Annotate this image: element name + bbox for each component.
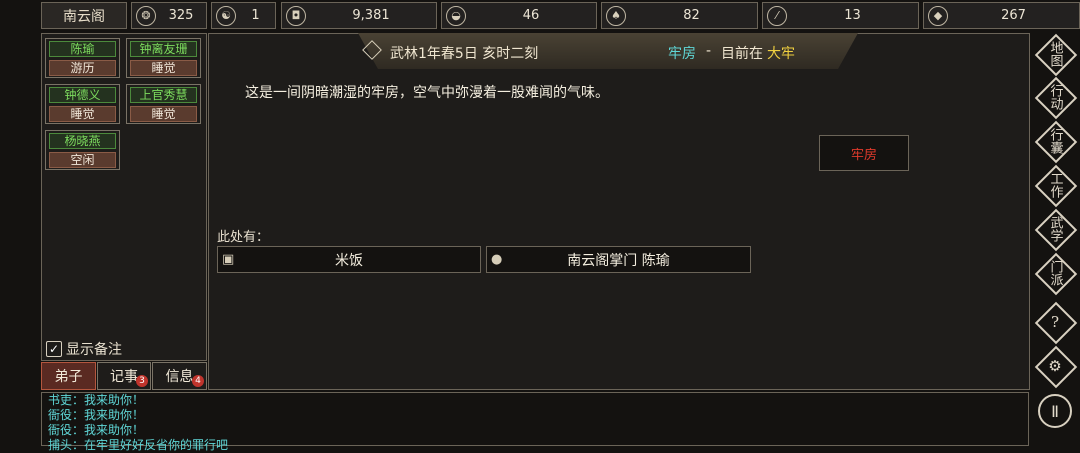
tab-label: 记事 [110, 369, 138, 385]
side-menu-label: 地图 [1047, 41, 1063, 67]
pause-button[interactable]: Ⅱ [1038, 394, 1072, 428]
help-button[interactable]: ? [1034, 301, 1078, 345]
ore-icon: ◆ [928, 5, 948, 26]
tab-label: 信息 [165, 369, 194, 385]
settings-button[interactable]: ⚙ [1034, 345, 1078, 389]
item-box-icon: ▣ [222, 252, 235, 267]
disciple-name: 钟德义 [49, 87, 116, 103]
show-notes-toggle[interactable]: ✓ 显示备注 [46, 339, 122, 359]
side-menu-bag[interactable]: 行囊 [1034, 120, 1078, 164]
side-menu-label: 门派 [1047, 260, 1063, 286]
disciple-name: 陈瑜 [49, 41, 116, 57]
wood-value: 13 [844, 8, 861, 23]
reputation-value: 325 [168, 8, 194, 23]
notification-badge: 3 [136, 375, 148, 387]
disciple-card[interactable]: 陈瑜 游历 [45, 38, 120, 78]
checkbox-checked-icon: ✓ [46, 341, 62, 357]
header-separator: - [706, 43, 712, 59]
disciple-status: 游历 [49, 60, 116, 76]
npc-label: 南云阁掌门 陈瑜 [567, 252, 670, 269]
side-menu-label: 行囊 [1047, 128, 1063, 154]
disciple-card[interactable]: 上官秀慧 睡觉 [126, 84, 201, 124]
wood-icon: ⁄ [767, 5, 787, 26]
item-label: 米饭 [335, 252, 363, 269]
disciple-name: 杨晓燕 [49, 133, 116, 149]
date-time: 武林1年春5日 亥时二刻 [390, 46, 539, 62]
tab-label: 弟子 [54, 369, 83, 385]
disciple-name: 钟离友珊 [130, 41, 197, 57]
tab-disciples[interactable]: 弟子 [41, 362, 96, 390]
ore-counter: ◆ 267 [923, 2, 1080, 29]
message-log[interactable]: 书吏：我来助你！ 衙役：我来助你！ 衙役：我来助你！ 捕头：在牢里好好反省你的罪… [41, 392, 1029, 452]
reputation-icon: ❂ [136, 5, 156, 26]
yin-yang-icon: ☯ [216, 5, 236, 26]
food-value: 46 [522, 8, 540, 23]
disciple-status: 空闲 [49, 152, 116, 168]
side-menu-sect[interactable]: 门派 [1034, 252, 1078, 296]
person-icon: ● [491, 252, 503, 267]
exit-button[interactable]: 牢房 [819, 135, 909, 171]
area-name: 大牢 [767, 46, 795, 62]
location-description: 这是一间阴暗潮湿的牢房，空气中弥漫着一股难闻的气味。 [245, 85, 609, 101]
coin-value: 9,381 [352, 8, 390, 23]
side-menu-martial[interactable]: 武学 [1034, 208, 1078, 252]
log-line: 衙役：我来助你！ [48, 408, 145, 422]
disciple-status: 睡觉 [130, 106, 197, 122]
disciple-panel [41, 33, 207, 361]
ore-value: 267 [1001, 8, 1026, 23]
pause-icon: Ⅱ [1051, 401, 1059, 421]
disciple-card[interactable]: 钟德义 睡觉 [45, 84, 120, 124]
log-line: 书吏：我来助你！ [48, 393, 145, 407]
disciple-status: 睡觉 [130, 60, 197, 76]
notification-badge: 4 [192, 375, 204, 387]
disciple-card[interactable]: 钟离友珊 睡觉 [126, 38, 201, 78]
side-menu-map[interactable]: 地图 [1034, 33, 1078, 77]
food-counter: ◒ 46 [441, 2, 597, 29]
wood-counter: ⁄ 13 [762, 2, 919, 29]
disciple-status: 睡觉 [49, 106, 116, 122]
show-notes-label: 显示备注 [66, 342, 122, 358]
coin-counter: ◘ 9,381 [281, 2, 437, 29]
food-bowl-icon: ◒ [446, 5, 466, 26]
yin-yang-counter: ☯ 1 [211, 2, 276, 29]
tab-records[interactable]: 记事 3 [97, 362, 151, 390]
disciple-card[interactable]: 杨晓燕 空闲 [45, 130, 120, 170]
help-icon: ? [1050, 312, 1060, 331]
currently-at-label: 目前在 [721, 46, 763, 62]
location-name: 牢房 [668, 46, 696, 62]
yin-yang-value: 1 [251, 8, 260, 23]
side-menu-label: 行动 [1047, 84, 1063, 110]
disciple-name: 上官秀慧 [130, 87, 197, 103]
side-menu-action[interactable]: 行动 [1034, 76, 1078, 120]
coin-icon: ◘ [286, 5, 306, 26]
side-menu-label: 工作 [1047, 172, 1063, 198]
herb-counter: ♠ 82 [601, 2, 758, 29]
npc-sect-leader[interactable]: ● 南云阁掌门 陈瑜 [486, 246, 751, 273]
reputation-counter: ❂ 325 [131, 2, 207, 29]
side-menu-label: 武学 [1047, 216, 1063, 242]
log-line: 衙役：我来助你！ [48, 423, 145, 437]
here-label: 此处有： [217, 230, 270, 245]
tab-messages[interactable]: 信息 4 [152, 362, 207, 390]
item-rice[interactable]: ▣ 米饭 [217, 246, 481, 273]
herb-value: 82 [683, 8, 700, 23]
gear-icon: ⚙ [1048, 356, 1062, 375]
herb-icon: ♠ [606, 5, 626, 26]
sect-name[interactable]: 南云阁 [41, 2, 127, 29]
side-menu-work[interactable]: 工作 [1034, 164, 1078, 208]
